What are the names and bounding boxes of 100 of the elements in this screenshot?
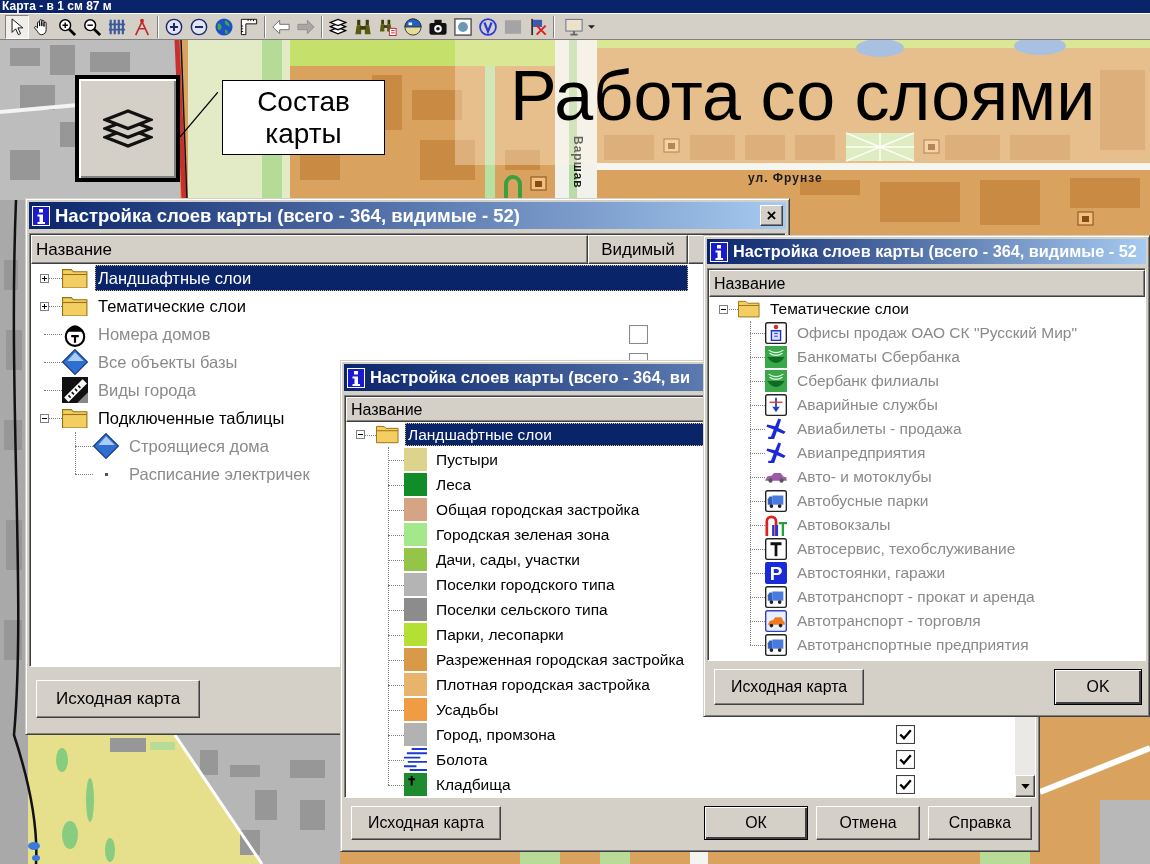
- callout-label: Состав карты: [222, 80, 385, 155]
- dialog-button[interactable]: Исходная карта: [351, 806, 502, 840]
- column-header[interactable]: Видимый: [588, 235, 688, 264]
- tree-item[interactable]: Подключенные таблицы: [95, 405, 288, 431]
- tree-item[interactable]: Общая городская застройка: [433, 498, 643, 521]
- tree-item[interactable]: Дачи, сады, участки: [433, 548, 584, 571]
- binoculars-icon: [354, 17, 372, 36]
- tree-patch: [86, 778, 94, 822]
- lawn-strip: [980, 852, 1030, 864]
- column-header[interactable]: Название: [709, 270, 1145, 297]
- folder-icon: [62, 267, 88, 289]
- dialog-button[interactable]: ОК: [704, 806, 808, 840]
- poi-marker-icon: [923, 139, 940, 154]
- expander-icon[interactable]: [39, 413, 49, 423]
- building: [412, 90, 462, 120]
- ruler-icon: [240, 17, 258, 36]
- lawn-strip: [520, 852, 560, 864]
- folder-icon: [62, 295, 88, 317]
- zoom-out-icon: [83, 17, 101, 36]
- expander-icon[interactable]: [355, 430, 365, 439]
- tree-patch: [56, 748, 68, 772]
- expander-icon[interactable]: [39, 301, 49, 311]
- tree-item[interactable]: Город, промзона: [433, 723, 559, 746]
- tree-item[interactable]: Леса: [433, 473, 475, 496]
- zoom-in-icon: [58, 17, 76, 36]
- camera-icon: [429, 17, 447, 36]
- tree-item[interactable]: Ландшафтные слои: [95, 265, 688, 291]
- caret-icon: [588, 24, 595, 29]
- diamond-icon: [62, 349, 88, 375]
- arch-sign-icon: [765, 514, 787, 536]
- building: [505, 150, 540, 170]
- tree-item[interactable]: Парки, лесопарки: [433, 623, 567, 646]
- folder-icon: [738, 300, 760, 318]
- monitor-icon: [565, 17, 583, 36]
- tree-item[interactable]: Кладбища: [433, 773, 514, 796]
- dialog-title: Настройка слоев карты (всего - 364, видимые - 52: [733, 242, 1137, 261]
- right-arrow-icon: [297, 17, 315, 36]
- dialog-title: Настройка слоев карты (всего - 364, ви: [370, 368, 691, 387]
- parking-sign-icon: P: [765, 562, 787, 584]
- cross-tile-icon: [404, 773, 427, 796]
- close-button[interactable]: ×: [760, 205, 783, 226]
- tree-item[interactable]: Тематические слои: [767, 298, 912, 320]
- park-square: [845, 132, 915, 162]
- lawn-strip: [600, 852, 630, 864]
- leaf-emblem-icon: [765, 346, 787, 368]
- tree-item[interactable]: Городская зеленая зона: [433, 523, 613, 546]
- dialog-button[interactable]: OK: [1054, 669, 1142, 705]
- truck-sign-icon: [765, 490, 787, 512]
- info-icon: [32, 205, 50, 226]
- building: [1070, 178, 1140, 208]
- visibility-checkbox[interactable]: [895, 775, 915, 794]
- building-sign-icon: [765, 322, 787, 344]
- toolbar-button[interactable]: [5, 14, 29, 39]
- sphere-icon: [404, 17, 422, 36]
- building: [90, 52, 130, 72]
- tree-item[interactable]: Поселки городского типа: [433, 573, 618, 596]
- dialog-button[interactable]: Исходная карта: [714, 669, 865, 705]
- pond: [28, 842, 40, 850]
- window-title: Карта - в 1 см 87 м: [0, 0, 1150, 13]
- poi-marker-icon: [1077, 211, 1094, 226]
- globe-icon: [215, 17, 233, 36]
- folder-icon: [62, 407, 88, 429]
- dialog-button[interactable]: Исходная карта: [36, 680, 201, 718]
- hatched-lines-icon: [404, 748, 427, 771]
- tree-item[interactable]: Плотная городская застройка: [433, 673, 653, 696]
- airplane-icon: [765, 418, 787, 440]
- scroll-down-button[interactable]: [1015, 775, 1035, 797]
- dialog-button[interactable]: Отмена: [816, 806, 920, 840]
- tree-item[interactable]: Поселки сельского типа: [433, 598, 611, 621]
- tree-item[interactable]: Тематические слои: [95, 293, 249, 319]
- layers-icon: [102, 106, 153, 151]
- poi-marker-icon: [663, 138, 680, 153]
- plus-circle-icon: [165, 17, 183, 36]
- expander-icon[interactable]: [718, 304, 728, 314]
- tree-item[interactable]: Болота: [433, 748, 491, 771]
- picture-frame-icon: [454, 17, 472, 36]
- pond: [1014, 40, 1066, 55]
- poi-marker-icon: [530, 176, 547, 191]
- down-arrow-icon: [1020, 783, 1030, 789]
- industrial-area: [1100, 800, 1150, 864]
- dialog-button[interactable]: Справка: [928, 806, 1032, 840]
- square-icon: [504, 17, 522, 36]
- minus-circle-icon: [190, 17, 208, 36]
- binoculars-page-icon: [379, 17, 397, 36]
- dialog-title: Настройка слоев карты (всего - 364, видимые - 52): [55, 204, 520, 227]
- truck-sign-icon: [765, 634, 787, 656]
- street-label: Варшав: [571, 136, 585, 189]
- pond: [32, 855, 40, 861]
- slide-title: Работа со слоями: [510, 61, 1096, 131]
- tree-item[interactable]: Разреженная городская застройка: [433, 648, 688, 671]
- truck-sign-icon: [765, 586, 787, 608]
- building: [200, 750, 218, 775]
- column-header[interactable]: Название: [31, 235, 588, 264]
- tree-item[interactable]: Пустыри: [433, 448, 501, 471]
- visibility-checkbox[interactable]: [895, 750, 915, 769]
- tree-item[interactable]: Усадьбы: [433, 698, 502, 721]
- visibility-checkbox[interactable]: [895, 725, 915, 744]
- building: [980, 180, 1040, 225]
- folder-icon: [376, 425, 399, 444]
- expander-icon[interactable]: [39, 273, 49, 283]
